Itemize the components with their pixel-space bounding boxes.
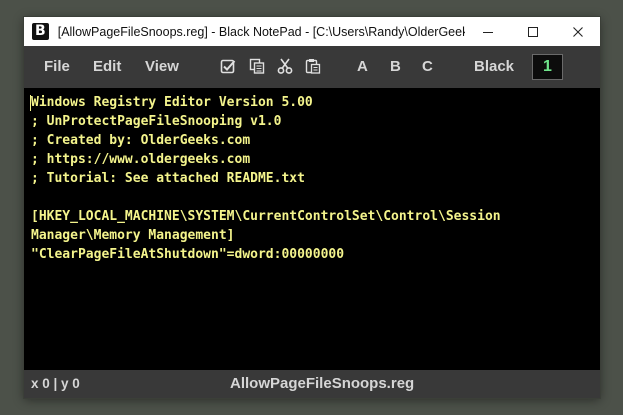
font-b-button[interactable]: B [390,58,401,75]
copy-button[interactable] [248,57,266,75]
cut-button[interactable] [276,57,294,75]
theme-toggle[interactable]: Black [474,58,514,75]
editor-line: "ClearPageFileAtShutdown"=dword:00000000 [31,247,345,262]
minimize-button[interactable] [465,17,510,46]
close-icon [572,26,583,37]
editor-text[interactable]: Windows Registry Editor Version 5.00 ; U… [31,93,501,264]
editor-line: ; https://www.oldergeeks.com [31,152,251,167]
status-bar: x 0 | y 0 AllowPageFileSnoops.reg [24,370,600,398]
maximize-icon [527,26,538,37]
window-title: [AllowPageFileSnoops.reg] - Black NotePa… [57,24,465,39]
minimize-icon [482,31,493,33]
notepad-window: B [AllowPageFileSnoops.reg] - Black Note… [24,17,600,398]
menu-edit[interactable]: Edit [93,58,121,75]
editor-line: ; Tutorial: See attached README.txt [31,171,305,186]
editor-line: Windows Registry Editor Version 5.00 [31,95,313,110]
editor-line: Manager\Memory Management] [31,228,235,243]
title-bar[interactable]: B [AllowPageFileSnoops.reg] - Black Note… [24,17,600,46]
app-icon: B [32,23,49,40]
window-controls [465,17,600,46]
close-button[interactable] [555,17,600,46]
menu-view[interactable]: View [145,58,179,75]
font-a-button[interactable]: A [357,58,368,75]
maximize-button[interactable] [510,17,555,46]
font-c-button[interactable]: C [422,58,433,75]
paste-button[interactable] [304,57,322,75]
select-all-button[interactable] [219,57,237,75]
menu-file[interactable]: File [44,58,70,75]
select-all-icon [220,59,236,74]
cursor-position: x 0 | y 0 [31,376,80,391]
font-size-indicator[interactable]: 1 [532,54,563,80]
editor-line: [HKEY_LOCAL_MACHINE\SYSTEM\CurrentContro… [31,209,501,224]
paste-icon [305,59,321,74]
editor-line: ; UnProtectPageFileSnooping v1.0 [31,114,282,129]
cut-icon [277,58,293,74]
copy-icon [249,58,265,74]
editor-line: ; Created by: OlderGeeks.com [31,133,251,148]
menu-bar: File Edit View A B C Black 1 [24,46,600,88]
editor-area[interactable]: Windows Registry Editor Version 5.00 ; U… [24,88,600,370]
status-filename: AllowPageFileSnoops.reg [230,375,415,392]
